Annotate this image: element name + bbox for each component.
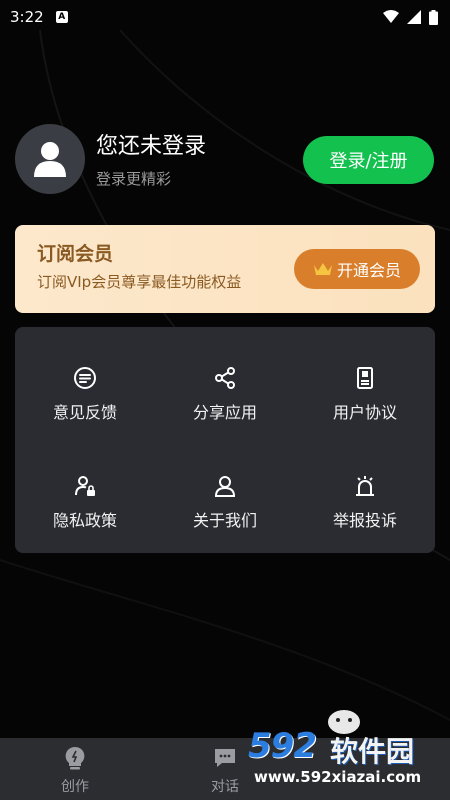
menu-item-user-agreement[interactable]: 用户协议: [295, 365, 435, 423]
login-register-button[interactable]: 登录/注册: [303, 136, 434, 184]
nav-tab-create[interactable]: 创作: [30, 746, 120, 796]
menu-item-privacy[interactable]: 隐私政策: [15, 473, 155, 531]
menu-item-feedback[interactable]: 意见反馈: [15, 365, 155, 423]
menu-item-label: 隐私政策: [52, 511, 117, 530]
user-avatar-icon: [34, 142, 66, 177]
login-status-title: 您还未登录: [96, 134, 207, 159]
vip-title: 订阅会员: [37, 243, 114, 265]
agreement-icon: [352, 365, 378, 391]
report-icon: [352, 473, 378, 499]
watermark-url: www.592xiazai.com: [254, 768, 422, 786]
privacy-icon: [72, 473, 98, 499]
status-time: 3:22: [10, 8, 44, 26]
signal-icon: [407, 10, 421, 24]
site-watermark: 592 软件园 www.592xiazai.com: [248, 710, 450, 800]
battery-icon: [429, 9, 438, 25]
about-icon: [212, 473, 238, 499]
avatar[interactable]: [15, 124, 85, 194]
login-status-subtitle: 登录更精彩: [96, 170, 172, 188]
vip-subscribe-card[interactable]: 订阅会员 订阅VIp会员尊享最佳功能权益 开通会员: [15, 225, 435, 313]
share-icon: [212, 365, 238, 391]
vip-subtitle: 订阅VIp会员尊享最佳功能权益: [37, 273, 242, 291]
crown-icon: [313, 263, 332, 275]
watermark-name: 软件园: [330, 735, 415, 768]
menu-item-label: 举报投诉: [332, 511, 397, 530]
open-vip-label: 开通会员: [336, 261, 401, 280]
menu-item-share[interactable]: 分享应用: [155, 365, 295, 423]
feedback-icon: [72, 365, 98, 391]
menu-item-report[interactable]: 举报投诉: [295, 473, 435, 531]
menu-item-label: 关于我们: [192, 511, 257, 530]
status-bar: 3:22 A: [0, 0, 450, 34]
menu-item-label: 分享应用: [192, 403, 257, 422]
menu-item-label: 意见反馈: [52, 403, 117, 422]
create-icon: [65, 746, 85, 770]
chat-icon: [215, 749, 235, 767]
wifi-icon: [383, 10, 399, 23]
watermark-number: 592: [248, 726, 317, 766]
menu-item-about[interactable]: 关于我们: [155, 473, 295, 531]
nav-tab-label: 创作: [61, 779, 89, 795]
open-vip-button[interactable]: 开通会员: [294, 249, 420, 289]
menu-item-label: 用户协议: [332, 403, 397, 422]
notification-a-icon: A: [55, 11, 68, 23]
nav-tab-label: 对话: [211, 779, 239, 795]
menu-grid: 意见反馈 分享应用 用户协议 隐私政策 关于我们 举报投诉: [15, 327, 435, 553]
